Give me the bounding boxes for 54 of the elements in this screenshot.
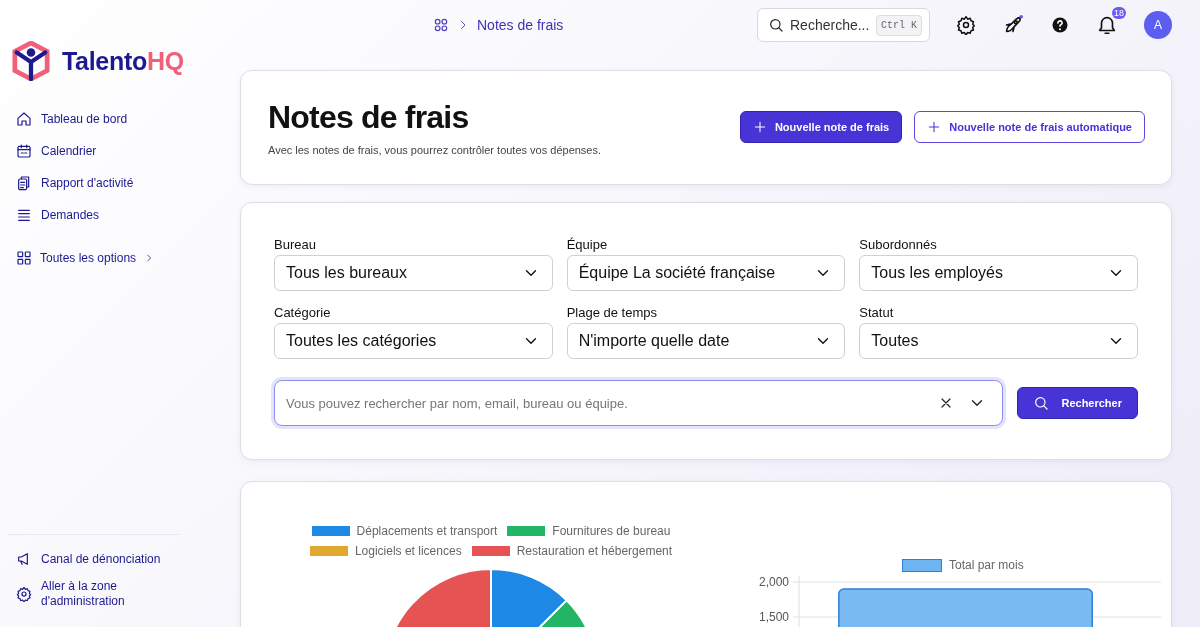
nav-item[interactable]: Tableau de bord: [8, 108, 240, 129]
dropdown[interactable]: Tous les employés: [859, 255, 1138, 291]
nav-item[interactable]: Demandes: [8, 204, 240, 225]
search-button[interactable]: Rechercher: [1017, 387, 1138, 419]
clipboard-icon: [16, 174, 32, 191]
dropdown[interactable]: Tous les bureaux: [274, 255, 553, 291]
field-label: Bureau: [274, 237, 317, 252]
settings-icon: [956, 15, 976, 35]
new-expense-button[interactable]: Nouvelle note de frais: [739, 110, 903, 143]
page-title: Notes de frais: [268, 99, 470, 136]
legend-label: Logiciels et licences: [354, 544, 462, 558]
dropdown[interactable]: Équipe La société française: [566, 255, 846, 291]
bell-icon: [1096, 14, 1118, 36]
nav-item[interactable]: Calendrier: [8, 140, 240, 161]
field-label: Équipe: [566, 237, 609, 252]
plus-icon: [927, 119, 942, 134]
settings-icon: [16, 586, 32, 602]
nav-item[interactable]: Aller à la zone d'administration: [8, 579, 180, 609]
axis-tick-label: 2,000: [758, 575, 789, 589]
nav-item[interactable]: Canal de dénonciation: [8, 551, 180, 567]
logo-icon: [12, 41, 50, 81]
dropdown[interactable]: Toutes les catégories: [274, 323, 553, 359]
search-icon: [768, 17, 784, 33]
notification-count: 18: [1112, 7, 1126, 19]
all-options-link[interactable]: Toutes les options: [8, 247, 240, 268]
field-label: Statut: [859, 305, 895, 320]
breadcrumb-link[interactable]: Notes de frais: [477, 17, 564, 33]
calendar-icon: [16, 142, 32, 159]
field-label: Plage de temps: [566, 305, 658, 320]
search-input[interactable]: Recherche...: [790, 13, 870, 37]
legend-label: Total par mois: [949, 558, 1024, 572]
logo-text: TalentoHQ: [62, 46, 184, 76]
apps-icon: [433, 17, 449, 33]
field-label: Subordonnés: [859, 237, 938, 252]
dropdown[interactable]: N'importe quelle date: [566, 323, 846, 359]
search-icon: [1033, 395, 1050, 411]
field-label: Catégorie: [274, 305, 332, 320]
axis-tick-label: 1,500: [758, 610, 789, 624]
legend-label: Déplacements et transport: [356, 524, 498, 538]
search-field[interactable]: Recherche... Ctrl K: [757, 8, 930, 42]
dropdown[interactable]: Toutes: [859, 323, 1138, 359]
user-avatar[interactable]: A: [1144, 11, 1172, 39]
legend-label: Restauration et hébergement: [516, 544, 673, 558]
search-field[interactable]: Vous pouvez rechercher par nom, email, bureau ou équipe.: [274, 380, 1004, 426]
help-icon: [1050, 15, 1070, 35]
search-input[interactable]: Vous pouvez rechercher par nom, email, bureau ou équipe.: [286, 383, 925, 423]
shortcut-key: Ctrl K: [876, 14, 922, 36]
legend-label: Fournitures de bureau: [552, 524, 671, 538]
plus-icon: [752, 119, 767, 134]
new-expense-button[interactable]: Nouvelle note de frais automatique: [914, 110, 1145, 143]
grid-icon: [16, 249, 32, 266]
nav-item[interactable]: Rapport d'activité: [8, 172, 240, 193]
page-subtitle: Avec les notes de frais, vous pourrez contrôler toutes vos dépenses.: [268, 144, 602, 156]
home-icon: [16, 110, 32, 127]
